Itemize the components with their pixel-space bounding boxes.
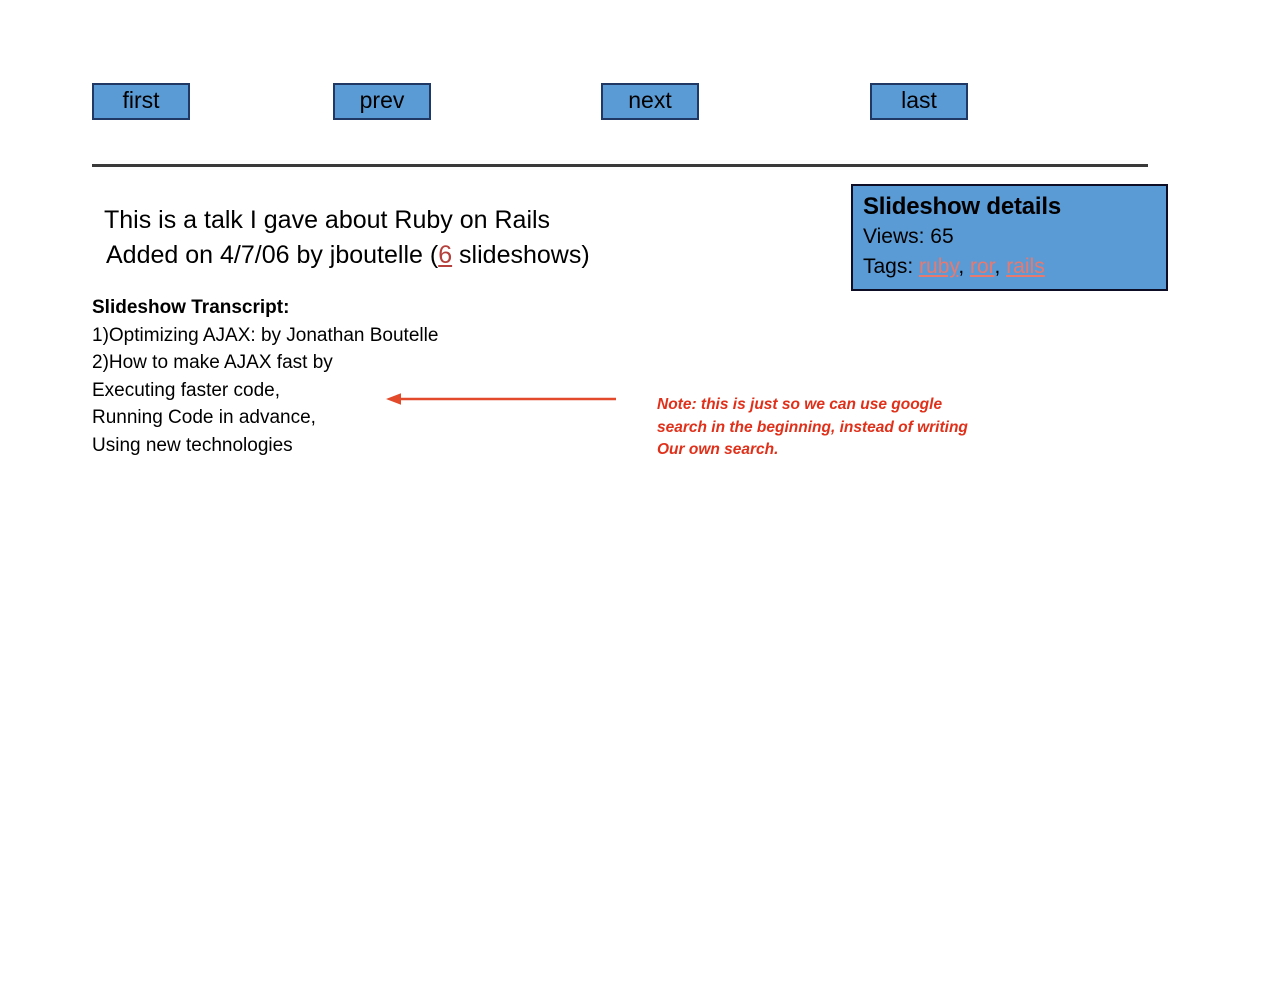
header-divider — [92, 164, 1148, 167]
headline-attribution: Added on 4/7/06 by jboutelle (6 slidesho… — [104, 238, 590, 273]
slideshow-count-link[interactable]: 6 — [438, 241, 452, 269]
nav-button-prev[interactable]: prev — [333, 83, 431, 120]
tag-separator: , — [994, 255, 1007, 278]
transcript-line: Using new technologies — [92, 434, 293, 456]
details-panel-title: Slideshow details — [863, 193, 1061, 220]
tag-link-rails[interactable]: rails — [1006, 255, 1045, 278]
transcript-line: 1)Optimizing AJAX: by Jonathan Boutelle — [92, 324, 439, 346]
details-tags-label: Tags: — [863, 255, 920, 278]
nav-button-next-label: next — [628, 87, 672, 113]
transcript-line: 2)How to make AJAX fast by — [92, 352, 333, 373]
nav-button-last[interactable]: last — [870, 83, 968, 120]
nav-button-next[interactable]: next — [601, 83, 699, 120]
headline-description: This is a talk I gave about Ruby on Rail… — [104, 206, 551, 234]
annotation-note-line: Our own search. — [657, 441, 779, 458]
nav-button-first[interactable]: first — [92, 83, 190, 120]
tag-link-ruby[interactable]: ruby — [919, 255, 958, 278]
annotation-arrow-left-icon — [386, 390, 616, 408]
annotation-note: Note: this is just so we can use google … — [657, 394, 968, 462]
nav-button-first-label: first — [122, 87, 160, 113]
headline-attribution-suffix: slideshows) — [452, 241, 590, 269]
nav-button-last-label: last — [901, 87, 937, 113]
annotation-note-line: search in the beginning, instead of writ… — [657, 418, 968, 436]
details-views: Views: 65 — [863, 225, 954, 248]
details-tags: Tags: ruby, ror, rails — [863, 252, 1166, 282]
headline-attribution-prefix: Added on 4/7/06 by jboutelle ( — [106, 241, 439, 269]
tag-link-ror[interactable]: ror — [970, 255, 995, 278]
annotation-note-line: Note: this is just so we can use google — [657, 396, 943, 413]
tag-separator: , — [958, 255, 970, 278]
slideshow-details-panel: Slideshow details Views: 65 Tags: ruby, … — [851, 184, 1168, 291]
slideshow-transcript: Slideshow Transcript: 1)Optimizing AJAX:… — [92, 294, 438, 459]
nav-button-prev-label: prev — [359, 87, 405, 113]
slideshow-headline: This is a talk I gave about Ruby on Rail… — [104, 203, 590, 273]
transcript-line: Running Code in advance, — [92, 407, 316, 428]
transcript-heading: Slideshow Transcript: — [92, 297, 290, 318]
